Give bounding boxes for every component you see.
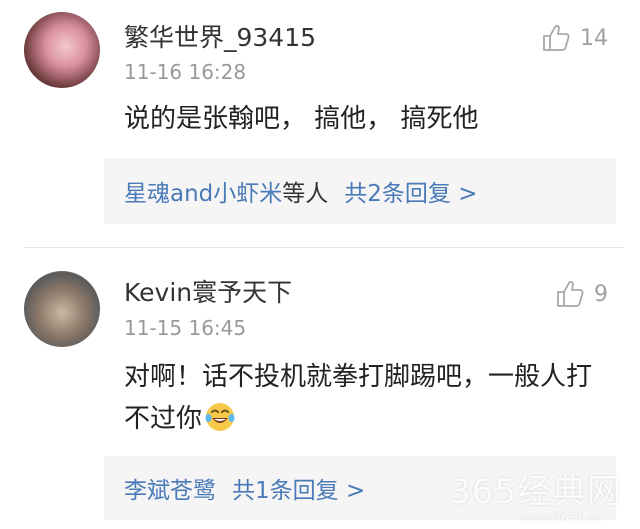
like-button[interactable]: 14: [540, 22, 608, 54]
watermark: 365经典网: [449, 472, 622, 512]
avatar[interactable]: [24, 271, 100, 347]
watermark-url: www.3651.cn: [521, 511, 602, 525]
like-count: 14: [580, 25, 608, 51]
comment-timestamp: 11-16 16:28: [124, 60, 247, 84]
comment-text: 对啊！话不投机就拳打脚踢吧，一般人打不过你: [124, 362, 593, 434]
like-button[interactable]: 9: [554, 278, 608, 310]
comment-timestamp: 11-15 16:45: [124, 316, 247, 340]
comment-text: 说的是张翰吧， 搞他， 搞死他: [124, 104, 479, 134]
laughing-tears-emoji-icon: [205, 403, 235, 431]
reply-users-link[interactable]: 李斌苍鹭: [124, 471, 216, 505]
replies-preview[interactable]: 星魂and小虾米 等人 共2条回复 >: [104, 158, 616, 224]
comment-username[interactable]: 繁华世界_93415: [124, 18, 316, 54]
comment-1: 繁华世界_93415 11-16 16:28 14 说的是张翰吧， 搞他， 搞死…: [0, 0, 640, 247]
reply-count-link[interactable]: 共1条回复 >: [232, 471, 365, 505]
reply-connector: 等人: [282, 181, 329, 207]
thumbs-up-icon: [543, 25, 570, 51]
reply-count-link[interactable]: 共2条回复 >: [344, 174, 477, 208]
avatar[interactable]: [24, 12, 100, 88]
reply-users-link[interactable]: 星魂and小虾米: [124, 174, 282, 208]
like-count: 9: [594, 281, 608, 307]
thumbs-up-icon: [557, 281, 584, 307]
comment-username[interactable]: Kevin寰予天下: [124, 273, 292, 309]
